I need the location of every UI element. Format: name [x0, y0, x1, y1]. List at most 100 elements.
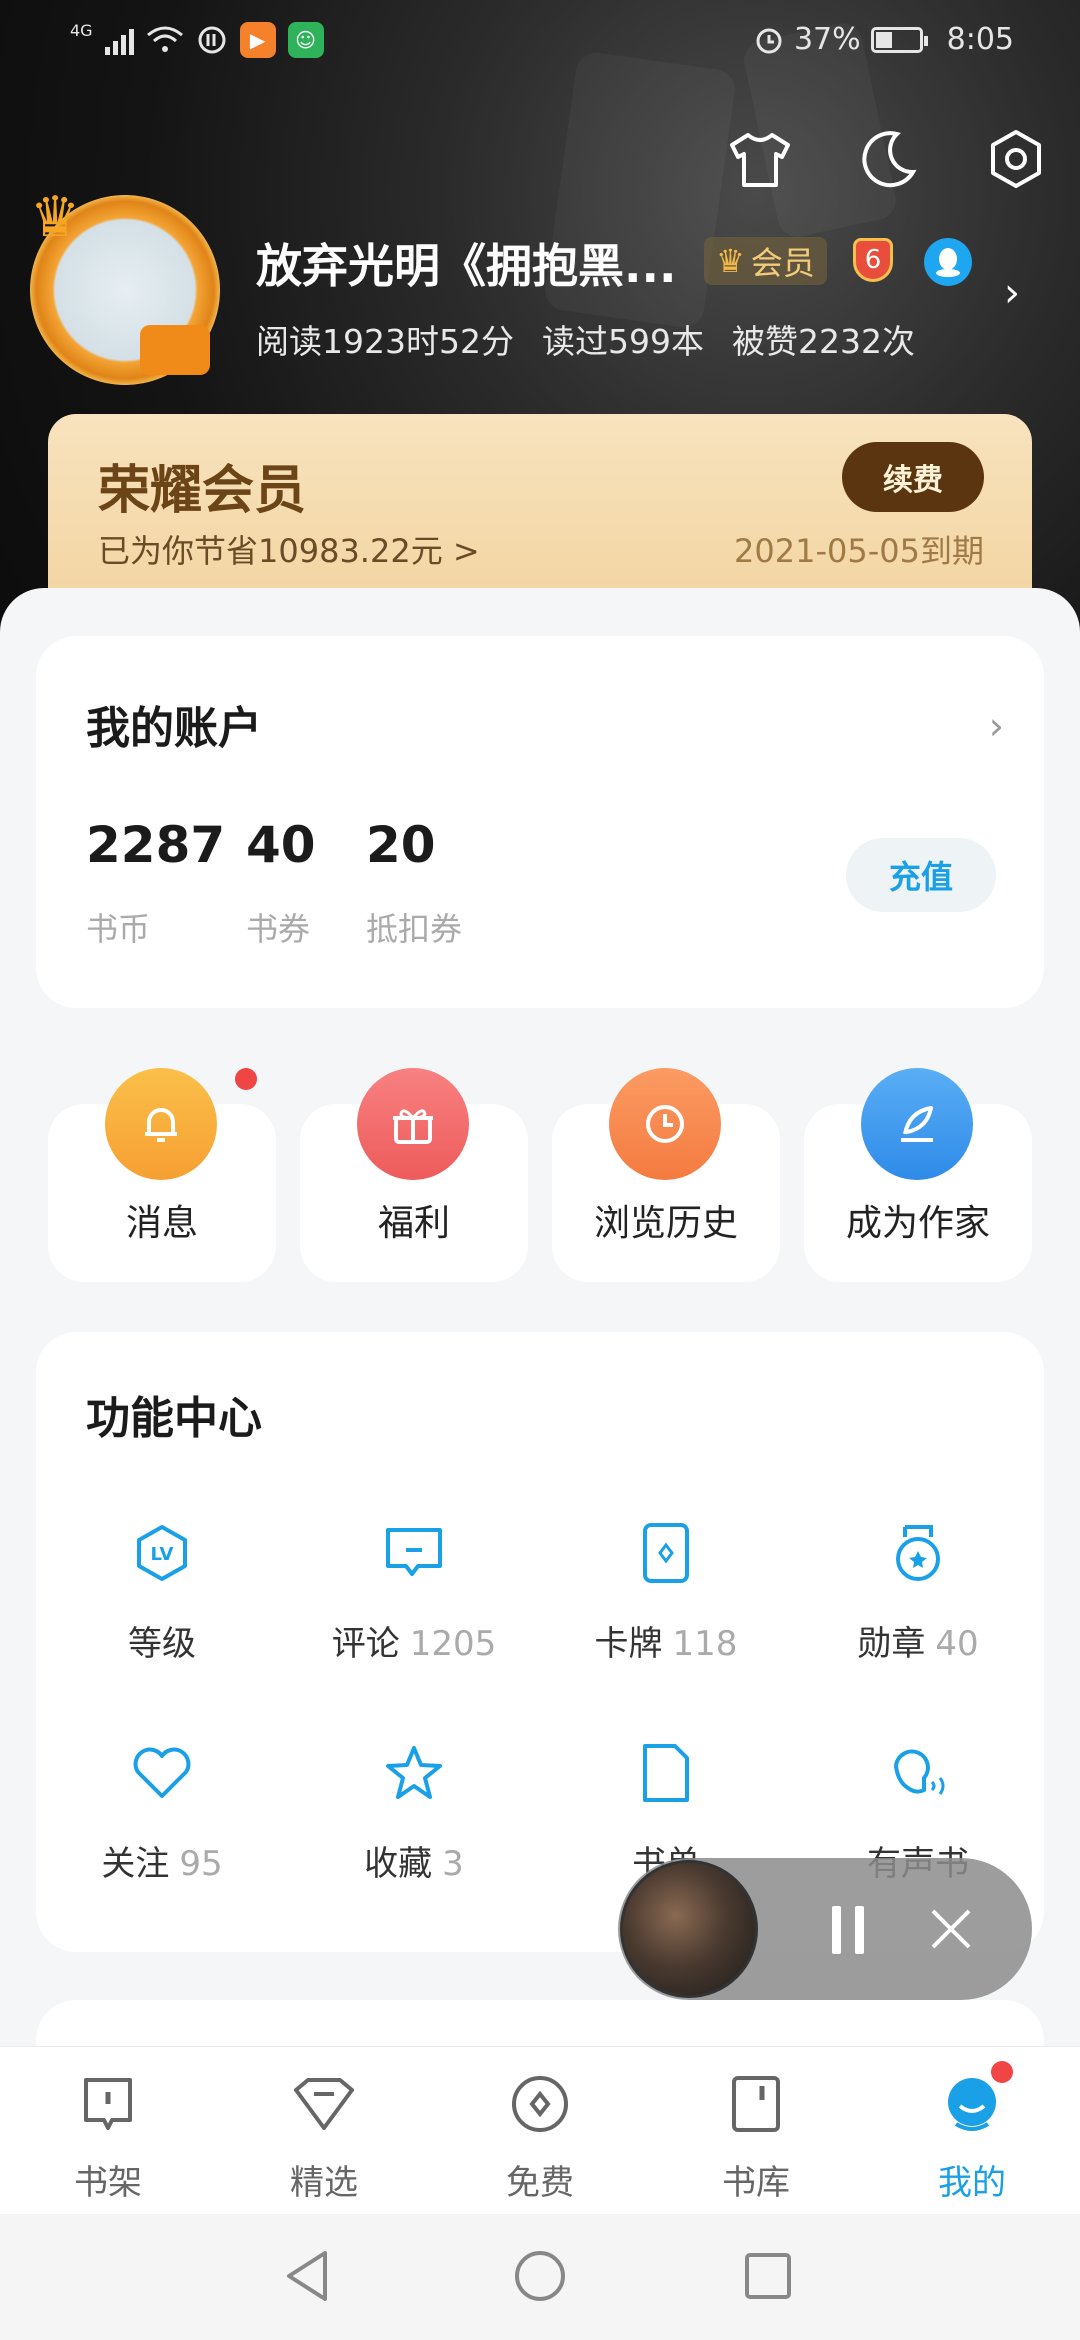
close-icon — [931, 1909, 971, 1949]
nav-featured[interactable]: 精选 — [216, 2069, 432, 2204]
bell-icon — [105, 1068, 217, 1180]
system-nav-bar — [0, 2214, 1080, 2340]
crown-icon: ♛ — [716, 242, 745, 280]
func-follow[interactable]: 关注 95 — [36, 1738, 288, 1885]
pause-button[interactable] — [818, 1900, 878, 1960]
close-player-button[interactable] — [918, 1896, 984, 1962]
night-mode-button[interactable] — [854, 125, 922, 193]
clock-icon — [609, 1068, 721, 1180]
nav-me-label: 我的 — [938, 2163, 1006, 2203]
battery-icon — [870, 26, 928, 53]
header-actions — [726, 125, 1050, 193]
quick-welfare[interactable]: 福利 — [300, 1068, 528, 1282]
card-icon — [631, 1518, 701, 1588]
svg-text:LV: LV — [151, 1544, 174, 1565]
back-button[interactable] — [278, 2246, 338, 2306]
level-number: 6 — [853, 238, 893, 282]
profile-icon — [937, 2061, 1013, 2139]
nav-free[interactable]: 免费 — [432, 2069, 648, 2204]
nav-free-label: 免费 — [506, 2163, 574, 2203]
user-name[interactable]: 放弃光明《拥抱黑... — [256, 230, 676, 296]
gear-icon — [991, 130, 1041, 188]
func-cards[interactable]: 卡牌 118 — [540, 1518, 792, 1665]
recents-button[interactable] — [738, 2246, 798, 2306]
func-favorites-count: 3 — [442, 1844, 464, 1884]
floating-player[interactable] — [618, 1858, 1032, 2000]
function-center-title: 功能中心 — [86, 1393, 262, 1444]
comment-icon — [379, 1518, 449, 1588]
settings-button[interactable] — [982, 125, 1050, 193]
quick-history-label: 浏览历史 — [593, 1203, 738, 1244]
avatar-frame-badge — [140, 325, 210, 375]
vip-card[interactable]: 荣耀会员 已为你节省10983.22元 > 续费 2021-05-05到期 — [48, 414, 1032, 614]
status-bar: 4G ▶ ☺ 37% 8:05 — [0, 0, 1080, 90]
level-badge[interactable]: 6 — [836, 232, 910, 288]
func-follow-count: 95 — [179, 1844, 223, 1884]
reading-stats: 阅读1923时52分 读过599本 被赞2232次 — [256, 315, 915, 363]
func-follow-label: 关注 — [101, 1844, 170, 1884]
coins-stat[interactable]: 2287 书币 — [86, 816, 225, 950]
game-app-icon: ☺ — [287, 22, 324, 58]
medal-icon — [883, 1518, 953, 1588]
vip-title: 荣耀会员 — [98, 461, 307, 521]
vip-tag[interactable]: ♛ 会员 — [704, 237, 827, 285]
coupons-value: 20 — [366, 816, 436, 874]
home-button[interactable] — [510, 2246, 570, 2306]
back-icon — [287, 2251, 327, 2301]
func-cards-count: 118 — [672, 1624, 738, 1664]
video-app-icon: ▶ — [239, 22, 276, 58]
pen-icon — [861, 1068, 973, 1180]
recharge-button[interactable]: 充值 — [846, 838, 996, 912]
level-icon: LV — [127, 1518, 197, 1588]
chevron-right-icon[interactable]: › — [989, 704, 1004, 748]
home-icon — [515, 2251, 565, 2301]
avatar[interactable]: ♛ — [30, 185, 220, 385]
wifi-icon — [146, 26, 183, 52]
renew-button[interactable]: 续费 — [842, 442, 984, 512]
func-level[interactable]: LV 等级 — [36, 1518, 288, 1665]
coupons-label: 抵扣券 — [366, 910, 463, 948]
clock: 8:05 — [946, 22, 1014, 57]
quick-become-writer[interactable]: 成为作家 — [804, 1068, 1032, 1282]
vip-expire-date: 2021-05-05到期 — [734, 532, 984, 570]
vouchers-stat[interactable]: 40 书券 — [246, 816, 316, 950]
quick-become-writer-label: 成为作家 — [845, 1203, 990, 1244]
func-favorites[interactable]: 收藏 3 — [288, 1738, 540, 1885]
moon-icon — [862, 131, 917, 188]
func-cards-label: 卡牌 — [594, 1624, 663, 1664]
network-type: 4G — [70, 20, 93, 40]
skin-button[interactable] — [726, 125, 794, 193]
func-level-label: 等级 — [128, 1624, 196, 1664]
coin-icon — [505, 2069, 575, 2139]
coins-value: 2287 — [86, 816, 226, 874]
func-comments-label: 评论 — [331, 1624, 400, 1664]
vip-savings[interactable]: 已为你节省10983.22元 > — [98, 526, 480, 572]
account-title: 我的账户 — [86, 703, 262, 754]
alarm-icon — [756, 28, 782, 53]
vip-tag-label: 会员 — [750, 244, 815, 282]
nav-library-label: 书库 — [722, 2163, 790, 2203]
nav-bookshelf[interactable]: 书架 — [0, 2069, 216, 2204]
func-medals-label: 勋章 — [857, 1624, 926, 1664]
signal-icon — [104, 25, 134, 55]
nav-me[interactable]: 我的 — [864, 2061, 1080, 2204]
nav-library[interactable]: 书库 — [648, 2069, 864, 2204]
audiobook-cover[interactable] — [620, 1860, 758, 1998]
func-medals[interactable]: 勋章 40 — [792, 1518, 1044, 1665]
star-icon — [379, 1738, 449, 1808]
quick-messages[interactable]: 消息 — [48, 1068, 276, 1282]
crown-icon: ♛ — [30, 185, 81, 250]
func-favorites-label: 收藏 — [364, 1844, 433, 1884]
account-card[interactable]: 我的账户 › 2287 书币 40 书券 20 抵扣券 充值 — [36, 636, 1044, 1008]
func-comments[interactable]: 评论 1205 — [288, 1518, 540, 1665]
quick-history[interactable]: 浏览历史 — [552, 1068, 780, 1282]
func-comments-count: 1205 — [409, 1624, 497, 1664]
books-read: 读过599本 — [541, 322, 704, 361]
battery-percent: 37% — [793, 22, 861, 57]
qq-icon[interactable] — [924, 238, 972, 286]
reading-time: 阅读1923时52分 — [256, 322, 514, 361]
book-icon — [721, 2069, 791, 2139]
coupons-stat[interactable]: 20 抵扣券 — [366, 816, 462, 950]
nav-bookshelf-label: 书架 — [74, 2163, 142, 2203]
chevron-right-icon[interactable]: › — [1004, 270, 1020, 316]
